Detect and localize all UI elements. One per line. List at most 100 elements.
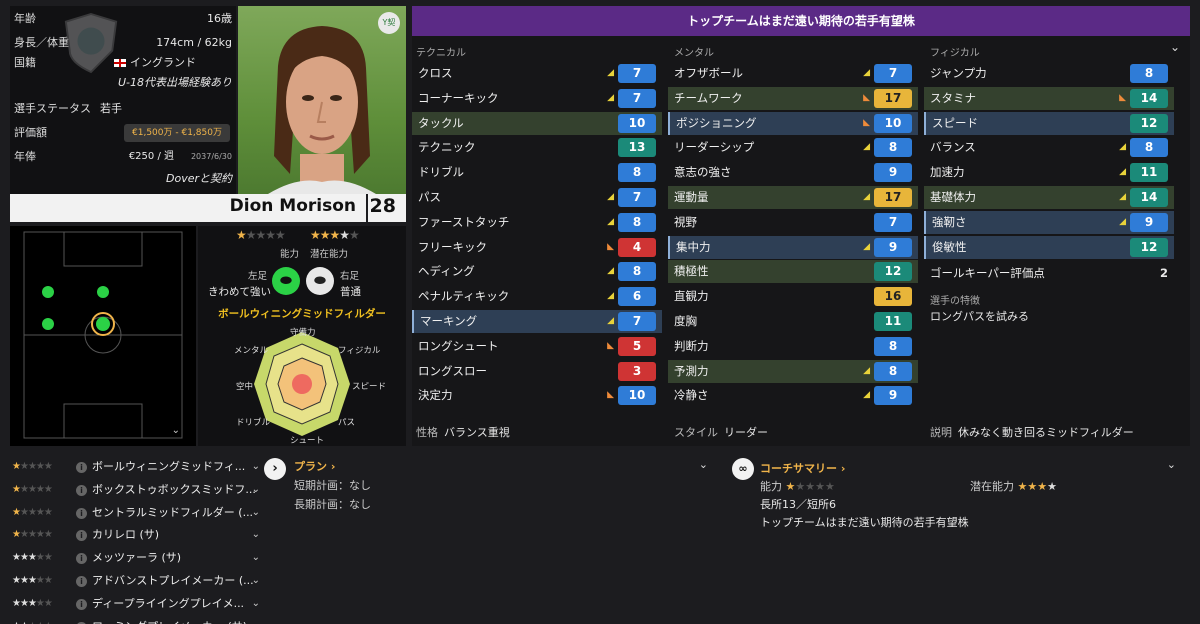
attribute-row[interactable]: 集中力 ◢ 9 — [668, 235, 918, 259]
role-name: ボールウィニングミッドフィ... — [92, 460, 246, 473]
chevron-down-icon[interactable]: ⌄ — [252, 502, 260, 524]
attribute-row[interactable]: スピード 12 — [924, 111, 1174, 135]
attribute-row[interactable]: 加速力 ◢ 11 — [924, 161, 1174, 184]
attribute-row[interactable]: リーダーシップ ◢ 8 — [668, 136, 918, 159]
attribute-row[interactable]: ヘディング ◢ 8 — [412, 260, 662, 283]
attribute-name: 予測力 — [674, 363, 709, 378]
attribute-row[interactable]: ファーストタッチ ◢ 8 — [412, 211, 662, 234]
attribute-row[interactable]: ポジショニング ◣ 10 — [668, 111, 918, 135]
chevron-down-icon[interactable]: ⌄ — [252, 593, 260, 615]
role-list-next-button[interactable]: › — [264, 458, 286, 480]
attribute-name: 判断力 — [674, 338, 709, 353]
attribute-row[interactable]: ロングシュート ◣ 5 — [412, 335, 662, 358]
attribute-row[interactable]: 決定力 ◣ 10 — [412, 384, 662, 407]
chevron-down-icon[interactable]: ⌄ — [252, 456, 260, 478]
attribute-row[interactable]: 直観力 16 — [668, 285, 918, 308]
pitch-expand-chevron-icon[interactable]: ⌄ — [172, 425, 180, 436]
attribute-row[interactable]: 意志の強さ 9 — [668, 161, 918, 184]
attribute-row[interactable]: 俊敏性 12 — [924, 235, 1174, 259]
pitch-diagram — [23, 231, 183, 439]
attribute-row[interactable]: マーキング ◢ 7 — [412, 310, 662, 333]
attribute-row[interactable]: 運動量 ◢ 17 — [668, 186, 918, 209]
info-icon[interactable]: i — [76, 462, 87, 473]
role-row[interactable]: ★★★★★ i カリレロ (サ) ⌄ — [10, 524, 262, 546]
plan-title[interactable]: プラン › — [294, 458, 714, 474]
role-name: アドバンストプレイメーカー (... — [92, 574, 254, 587]
position-pitch[interactable]: ⌄ — [10, 226, 196, 446]
attribute-row[interactable]: ペナルティキック ◢ 6 — [412, 285, 662, 308]
trait-item[interactable]: ロングパスを試みる — [930, 308, 1029, 324]
attribute-row[interactable]: 強靭さ ◢ 9 — [924, 210, 1174, 234]
attribute-row[interactable]: クロス ◢ 7 — [412, 62, 662, 85]
role-row[interactable]: ★★★★★ i ボックストゥボックスミッドフ... ⌄ — [10, 479, 262, 501]
info-icon[interactable]: i — [76, 507, 87, 519]
info-icon[interactable]: i — [76, 576, 87, 587]
attribute-row[interactable]: コーナーキック ◢ 7 — [412, 87, 662, 110]
loan-badge: Y契 — [378, 12, 400, 34]
trend-down-icon: ◣ — [607, 340, 614, 351]
attribute-value: 11 — [1130, 163, 1168, 183]
info-icon[interactable]: i — [76, 553, 87, 565]
info-icon[interactable]: i — [76, 484, 87, 496]
attribute-row[interactable]: ドリブル 8 — [412, 161, 662, 184]
attribute-row[interactable]: 積極性 12 — [668, 260, 918, 284]
role-row[interactable]: ★★★★★iローミングプレイメーカー (サ)⌄ — [10, 616, 262, 624]
attribute-name: ジャンプ力 — [930, 66, 987, 80]
role-list: ★★★★★ i ボールウィニングミッドフィ... ⌄ ★★★★★ i ボックストゥボックスミ… — [10, 456, 262, 624]
role-row[interactable]: ★★★★★ i ボールウィニングミッドフィ... ⌄ — [10, 456, 262, 478]
trend-up-icon: ◢ — [607, 192, 614, 202]
attribute-row[interactable]: 判断力 8 — [668, 335, 918, 358]
attribute-name: タックル — [418, 115, 464, 130]
collapse-chevron-icon[interactable]: ⌄ — [1170, 40, 1180, 54]
age-value: 16歳 — [207, 12, 232, 25]
nation-row[interactable]: 国籍 イングランド — [14, 54, 232, 72]
attribute-name: ドリブル — [418, 165, 464, 180]
gk-rating-row: ゴールキーパー評価点 2 — [924, 262, 1174, 285]
coach-chevron-icon[interactable]: ⌄ — [1167, 458, 1176, 471]
trend-up-icon: ◢ — [863, 142, 870, 153]
attribute-row[interactable]: ジャンプ力 8 — [924, 62, 1174, 85]
player-profile-screen: 年齢 16歳 身長／体重 174cm / 62kg 国籍 イングランド U-18代表出… — [0, 0, 1200, 624]
attribute-row[interactable]: タックル 10 — [412, 111, 662, 135]
attribute-value: 13 — [618, 138, 656, 158]
attribute-row[interactable]: テクニック 13 — [412, 136, 662, 159]
attribute-name: バランス — [930, 140, 976, 155]
attribute-row[interactable]: チームワーク ◣ 17 — [668, 86, 918, 110]
role-row[interactable]: ★★★★★ i ディープライイングプレイメ... ⌄ — [10, 593, 262, 615]
attribute-row[interactable]: 視野 7 — [668, 211, 918, 234]
attribute-name: ファーストタッチ — [418, 214, 510, 229]
role-row[interactable]: ★★★★★ i アドバンストプレイメーカー (... ⌄ — [10, 570, 262, 592]
attribute-value: 9 — [874, 386, 912, 406]
attribute-row[interactable]: 度胸 11 — [668, 310, 918, 333]
attribute-row[interactable]: スタミナ ◣ 14 — [924, 86, 1174, 110]
trend-up-icon: ◢ — [607, 92, 614, 103]
style-field: スタイル リーダー — [674, 424, 768, 440]
chevron-down-icon[interactable]: ⌄ — [252, 524, 260, 546]
attribute-row[interactable]: 基礎体力 ◢ 14 — [924, 186, 1174, 209]
plan-chevron-icon[interactable]: ⌄ — [699, 458, 708, 471]
chevron-down-icon[interactable]: ⌄ — [252, 547, 260, 569]
nation-value[interactable]: イングランド — [114, 54, 196, 72]
attribute-row[interactable]: オフザボール ◢ 7 — [668, 62, 918, 85]
role-row[interactable]: ★★★★★ i セントラルミッドフィルダー (... ⌄ — [10, 502, 262, 524]
trend-up-icon: ◢ — [607, 291, 614, 302]
role-row[interactable]: ★★★★★ i メッツァーラ (サ) ⌄ — [10, 547, 262, 569]
coach-summary-title[interactable]: コーチサマリー › — [760, 460, 845, 476]
contract-row: Doverと契約 — [14, 170, 232, 188]
chevron-down-icon[interactable]: ⌄ — [252, 479, 260, 501]
info-icon[interactable]: i — [76, 530, 87, 542]
attribute-row[interactable]: 冷静さ ◢ 9 — [668, 384, 918, 407]
info-icon[interactable]: i — [76, 598, 87, 610]
attribute-row[interactable]: バランス ◢ 8 — [924, 136, 1174, 159]
attribute-name: ヘディング — [418, 264, 475, 279]
attribute-value: 8 — [618, 163, 656, 183]
trend-up-icon: ◢ — [1119, 167, 1126, 178]
chevron-down-icon[interactable]: ⌄ — [252, 570, 260, 592]
value-label: 評価額 — [14, 126, 47, 139]
attribute-row[interactable]: 予測力 ◢ 8 — [668, 359, 918, 383]
chevron-down-icon[interactable]: ⌄ — [252, 616, 260, 624]
attribute-row[interactable]: フリーキック ◣ 4 — [412, 236, 662, 259]
player-age: 28 — [369, 195, 396, 217]
attribute-row[interactable]: パス ◢ 7 — [412, 186, 662, 209]
attribute-row[interactable]: ロングスロー 3 — [412, 360, 662, 383]
